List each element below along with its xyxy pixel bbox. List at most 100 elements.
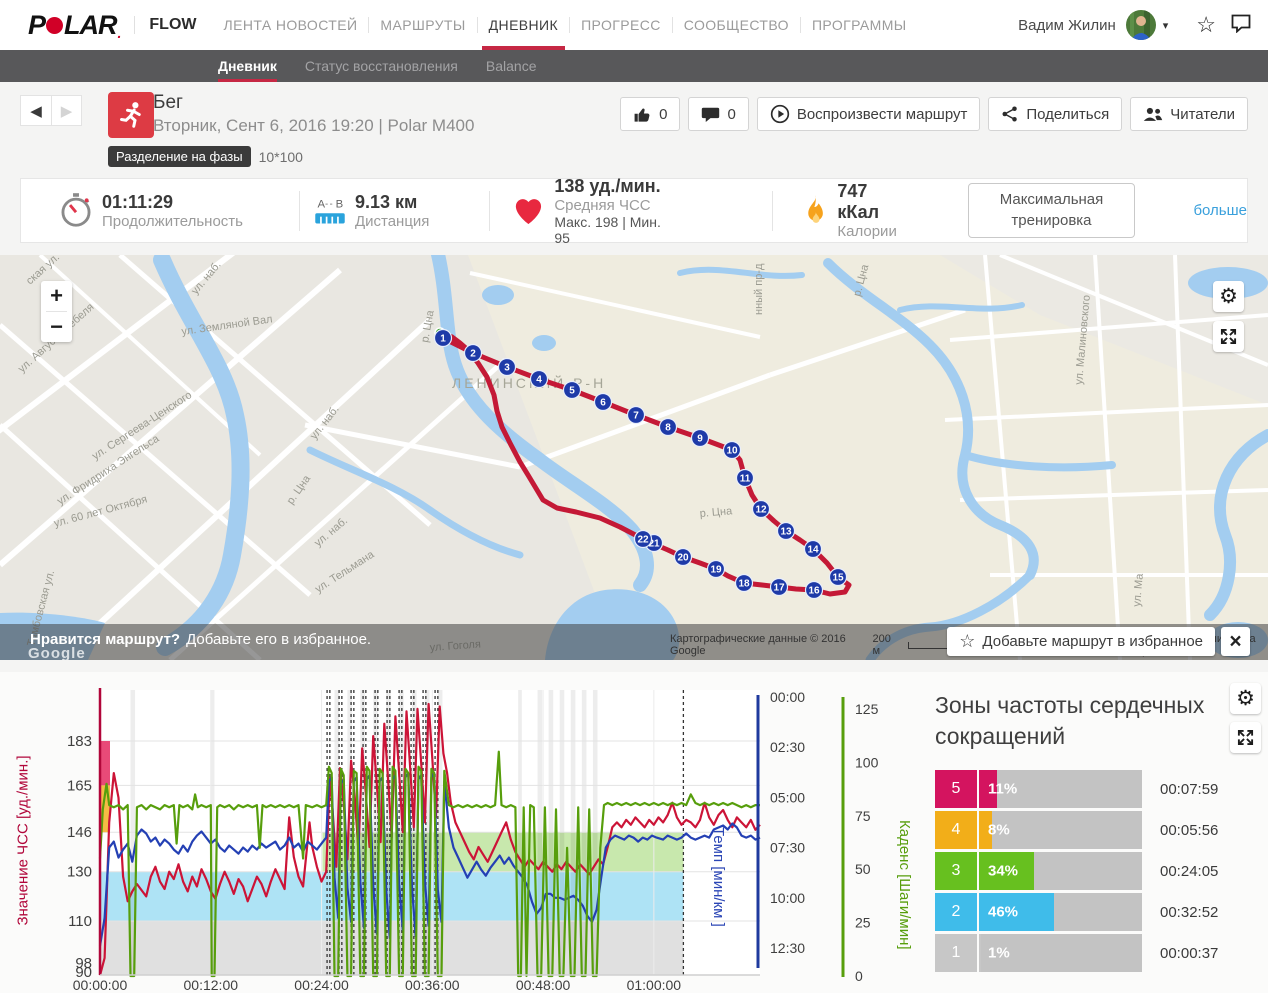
messages-icon[interactable] bbox=[1230, 13, 1252, 37]
favorites-star-icon[interactable]: ☆ bbox=[1196, 14, 1216, 36]
distance-label: Дистанция bbox=[354, 212, 430, 230]
svg-text:100: 100 bbox=[855, 754, 879, 770]
hr-pace-cadence-chart[interactable]: 183165146130110989000:00:00 00:12:00 00:24… bbox=[20, 683, 925, 993]
route-marker[interactable]: 8 bbox=[658, 417, 678, 437]
zone-percent: 11% bbox=[988, 780, 1018, 798]
sport-running-icon bbox=[108, 92, 154, 138]
route-marker[interactable]: 3 bbox=[497, 357, 517, 377]
gear-icon: ⚙ bbox=[1236, 687, 1255, 710]
svg-text:00:12:00: 00:12:00 bbox=[184, 977, 239, 993]
route-marker[interactable]: 9 bbox=[690, 428, 710, 448]
route-marker[interactable]: 6 bbox=[593, 392, 613, 412]
replay-route-button[interactable]: Воспроизвести маршрут bbox=[756, 97, 981, 131]
route-marker[interactable]: 15 bbox=[828, 567, 848, 587]
route-marker[interactable]: 16 bbox=[804, 580, 824, 600]
route-marker[interactable]: 10 bbox=[722, 440, 742, 460]
route-marker[interactable]: 19 bbox=[706, 559, 726, 579]
svg-text:13: 13 bbox=[780, 527, 792, 538]
calories-value: 747 кКал bbox=[837, 181, 880, 222]
hr-zone-row-2: 2 46% 00:32:52 bbox=[935, 893, 1235, 932]
route-marker[interactable]: 4 bbox=[529, 369, 549, 389]
map-settings-button[interactable]: ⚙ bbox=[1213, 281, 1244, 312]
nav-item-5[interactable]: СООБЩЕСТВО bbox=[673, 0, 800, 50]
svg-text:19: 19 bbox=[710, 565, 722, 576]
heart-icon bbox=[516, 198, 542, 224]
hr-zone-row-4: 4 8% 00:05:56 bbox=[935, 811, 1235, 850]
comment-count: 0 bbox=[727, 105, 736, 123]
zone-time: 00:24:05 bbox=[1160, 862, 1219, 880]
svg-text:3: 3 bbox=[504, 363, 510, 374]
svg-text:10:00: 10:00 bbox=[770, 890, 805, 906]
comment-button[interactable]: 0 bbox=[688, 97, 749, 131]
zoom-out-button[interactable]: − bbox=[41, 312, 72, 342]
like-route-message: Нравится маршрут? Добавьте его в избранно… bbox=[30, 631, 372, 648]
nav-item-3[interactable]: ДНЕВНИК bbox=[478, 0, 569, 50]
polar-logo[interactable]: P LAR. bbox=[28, 10, 121, 41]
share-button[interactable]: Поделиться bbox=[988, 97, 1123, 131]
avatar[interactable] bbox=[1125, 10, 1156, 40]
route-map[interactable]: ЛЕНИНСКИЙ Р-Н ская ул. ул. Августа Бебеля у… bbox=[0, 255, 1268, 660]
zone-bar: 34% bbox=[979, 852, 1142, 891]
route-marker[interactable]: 20 bbox=[673, 547, 693, 567]
chart-settings-button[interactable]: ⚙ bbox=[1230, 683, 1261, 714]
chart-fullscreen-button[interactable] bbox=[1230, 722, 1261, 753]
zone-number: 2 bbox=[935, 893, 977, 932]
fullscreen-icon bbox=[1220, 328, 1237, 345]
duration-value: 01:11:29 bbox=[102, 191, 174, 212]
zone-percent: 8% bbox=[988, 821, 1010, 839]
svg-text:4: 4 bbox=[536, 375, 542, 386]
svg-text:1: 1 bbox=[440, 334, 446, 345]
scale-label: 200 м bbox=[872, 633, 891, 657]
nav-item-4[interactable]: ПРОГРЕСС bbox=[570, 0, 672, 50]
route-marker[interactable]: 18 bbox=[734, 573, 754, 593]
more-link[interactable]: больше bbox=[1193, 202, 1247, 219]
next-session-button[interactable]: ▶ bbox=[51, 95, 82, 126]
route-marker[interactable]: 2 bbox=[463, 343, 483, 363]
zone-number: 4 bbox=[935, 811, 977, 850]
zoom-in-button[interactable]: + bbox=[41, 281, 72, 311]
duration-label: Продолжительность bbox=[102, 212, 243, 230]
stopwatch-icon bbox=[61, 192, 91, 227]
route-marker[interactable]: 12 bbox=[751, 499, 771, 519]
attribution-text: Картографические данные © 2016 Google bbox=[670, 633, 846, 657]
subnav-item-1[interactable]: Дневник bbox=[204, 50, 291, 82]
route-marker[interactable]: 14 bbox=[803, 539, 823, 559]
svg-text:00:36:00: 00:36:00 bbox=[405, 977, 460, 993]
nav-item-1[interactable]: ЛЕНТА НОВОСТЕЙ bbox=[213, 0, 369, 50]
flow-label[interactable]: FLOW bbox=[134, 16, 197, 34]
route-marker[interactable]: 17 bbox=[769, 577, 789, 597]
close-overlay-button[interactable]: × bbox=[1221, 627, 1250, 656]
subnav-item-2[interactable]: Статус восстановления bbox=[291, 50, 472, 82]
nav-item-2[interactable]: МАРШРУТЫ bbox=[369, 0, 476, 50]
route-marker[interactable]: 5 bbox=[562, 380, 582, 400]
add-route-favorite-button[interactable]: ☆ Добавьте маршрут в избранное bbox=[947, 627, 1215, 656]
zone-bar: 11% bbox=[979, 770, 1142, 809]
distance-value: 9.13 км bbox=[354, 191, 418, 212]
svg-text:10: 10 bbox=[726, 446, 738, 457]
route-marker[interactable]: 11 bbox=[735, 468, 755, 488]
route-marker[interactable]: 7 bbox=[626, 405, 646, 425]
subnav-item-3[interactable]: Balance bbox=[472, 50, 551, 82]
zone-time: 00:00:37 bbox=[1160, 944, 1219, 962]
previous-session-button[interactable]: ◀ bbox=[20, 95, 51, 126]
hr-zones-title: Зоны частоты сердечных сокращений bbox=[935, 692, 1205, 750]
user-name[interactable]: Вадим Жилин bbox=[1018, 17, 1116, 34]
svg-text:20: 20 bbox=[677, 553, 689, 564]
svg-text:12:30: 12:30 bbox=[770, 940, 805, 956]
like-button[interactable]: 0 bbox=[620, 97, 681, 131]
map-fullscreen-button[interactable] bbox=[1213, 321, 1244, 352]
training-benefit-button[interactable]: Максимальная тренировка bbox=[967, 183, 1136, 238]
followers-button[interactable]: Читатели bbox=[1130, 97, 1248, 131]
user-menu-caret-icon[interactable]: ▾ bbox=[1163, 19, 1169, 32]
avatar-image bbox=[1125, 10, 1156, 40]
svg-text:11: 11 bbox=[740, 474, 751, 485]
hr-zone-row-1: 1 1% 00:00:37 bbox=[935, 934, 1235, 973]
nav-item-6[interactable]: ПРОГРАММЫ bbox=[801, 0, 918, 50]
route-marker[interactable]: 1 bbox=[433, 328, 453, 348]
svg-text:01:00:00: 01:00:00 bbox=[627, 977, 682, 993]
route-marker[interactable]: 22 bbox=[633, 529, 653, 549]
zone-bar: 46% bbox=[979, 893, 1142, 932]
svg-text:B: B bbox=[336, 198, 344, 210]
zone-time: 00:05:56 bbox=[1160, 821, 1219, 839]
route-marker[interactable]: 13 bbox=[776, 521, 796, 541]
